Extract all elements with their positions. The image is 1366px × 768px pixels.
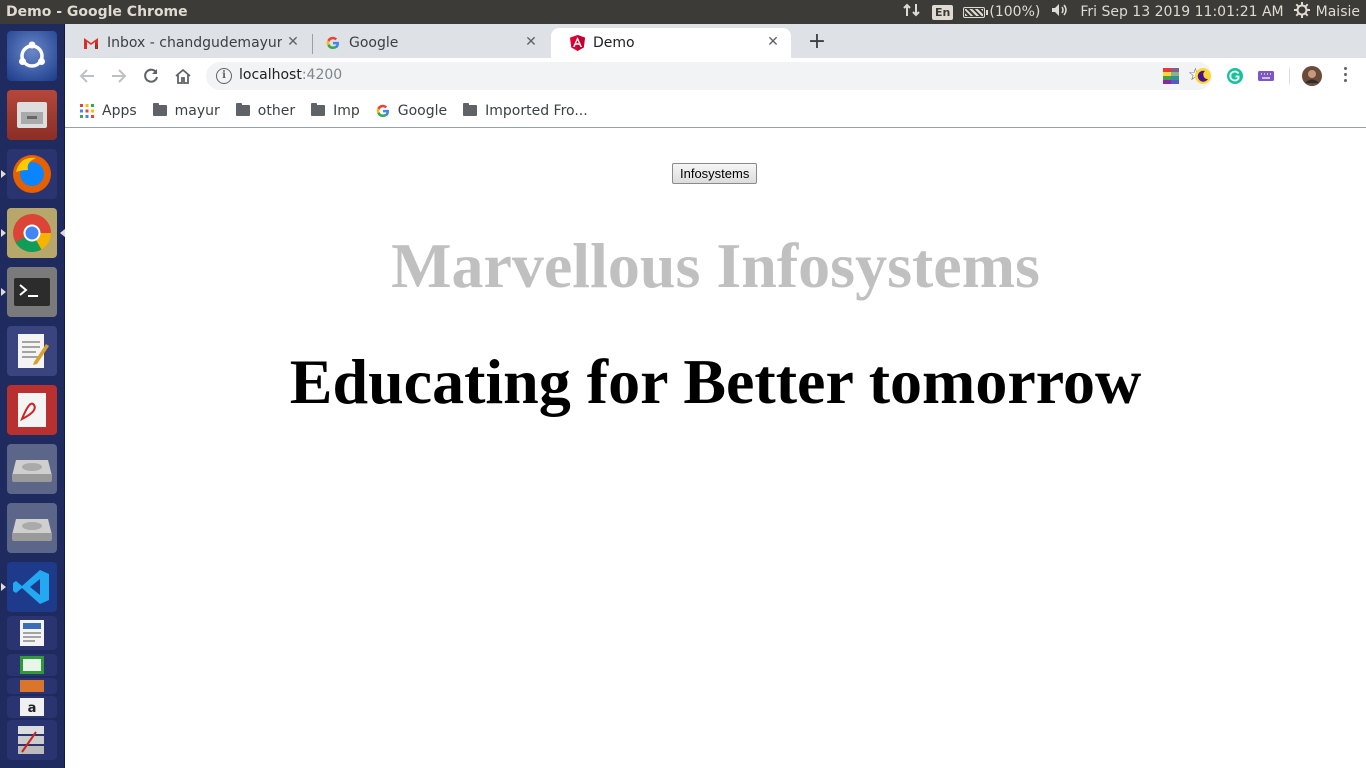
network-transfer-icon[interactable] xyxy=(902,2,922,22)
close-tab-icon[interactable]: ✕ xyxy=(285,34,301,50)
stack-icon[interactable] xyxy=(7,720,57,760)
folder-icon xyxy=(463,103,478,116)
system-top-bar: Demo - Google Chrome En (100%) Fri Sep 1… xyxy=(0,0,1366,24)
unity-launcher: a xyxy=(0,24,65,768)
page-content: Infosystems Marvellous Infosystems Educa… xyxy=(65,128,1366,768)
arrow-right-icon xyxy=(112,69,127,83)
running-indicator xyxy=(1,583,6,591)
bookmark-label: mayur xyxy=(174,102,220,119)
close-tab-icon[interactable]: ✕ xyxy=(765,34,781,50)
google-icon xyxy=(325,35,341,51)
tab-demo[interactable]: Demo ✕ xyxy=(551,28,791,58)
bookmark-google[interactable]: Google xyxy=(376,103,447,119)
bookmark-label: Google xyxy=(397,102,448,119)
bookmark-label: Apps xyxy=(102,102,137,119)
google-icon xyxy=(376,104,390,118)
bookmark-folder-imported[interactable]: Imported Fro... xyxy=(463,103,588,119)
keyboard-extension-icon[interactable] xyxy=(1257,67,1275,85)
running-indicator xyxy=(1,229,6,237)
pdf-viewer-icon[interactable] xyxy=(7,385,57,435)
running-indicator xyxy=(1,170,6,178)
drive-icon[interactable] xyxy=(7,444,57,494)
bookmark-label: other xyxy=(257,102,296,119)
grammarly-extension-icon[interactable] xyxy=(1226,67,1244,85)
keyboard-layout-indicator[interactable]: En xyxy=(932,4,954,20)
color-palette-extension-icon[interactable] xyxy=(1162,67,1180,85)
running-indicator xyxy=(1,288,6,296)
folder-icon xyxy=(311,103,326,116)
window-title: Demo - Google Chrome xyxy=(6,4,188,20)
back-button[interactable] xyxy=(77,66,97,86)
close-tab-icon[interactable]: ✕ xyxy=(523,34,539,50)
files-icon[interactable] xyxy=(7,90,57,140)
session-menu[interactable]: Maisie xyxy=(1293,2,1360,22)
home-icon xyxy=(175,68,191,84)
bookmark-folder-imp[interactable]: Imp xyxy=(311,103,360,119)
folder-icon xyxy=(152,103,167,116)
bookmark-folder-mayur[interactable]: mayur xyxy=(152,102,220,119)
bookmark-label: Imp xyxy=(333,102,360,119)
tab-title: Inbox - chandgudemayur5 xyxy=(107,35,282,51)
battery-icon xyxy=(963,6,989,18)
bookmarks-bar: Apps mayur other Imp Google Imported Fro… xyxy=(65,94,1366,128)
volume-icon[interactable] xyxy=(1050,2,1070,22)
gear-icon xyxy=(1293,2,1310,22)
vscode-icon[interactable] xyxy=(1,562,57,612)
ubuntu-dash-icon[interactable] xyxy=(7,31,57,81)
svg-text:0: 0 xyxy=(95,44,99,50)
impress-icon[interactable] xyxy=(7,678,57,694)
chrome-menu-icon[interactable] xyxy=(1344,67,1348,85)
infosystems-button[interactable]: Infosystems xyxy=(672,163,758,184)
tab-inbox[interactable]: 0 Inbox - chandgudemayur5 ✕ xyxy=(65,28,311,58)
url-host: localhost xyxy=(239,67,302,83)
terminal-icon[interactable] xyxy=(1,267,57,317)
address-bar[interactable]: i localhost:4200 ☆ xyxy=(206,62,1212,90)
writer-icon[interactable] xyxy=(7,616,57,650)
home-button[interactable] xyxy=(173,66,193,86)
url-text[interactable]: localhost:4200 xyxy=(239,67,342,83)
reload-icon xyxy=(144,68,158,83)
battery-indicator[interactable]: (100%) xyxy=(963,4,1040,20)
forward-button[interactable] xyxy=(109,66,129,86)
drive-icon[interactable] xyxy=(7,503,57,553)
night-mode-extension-icon[interactable] xyxy=(1194,67,1212,85)
clock[interactable]: Fri Sep 13 2019 11:01:21 AM xyxy=(1080,4,1283,20)
text-editor-icon[interactable] xyxy=(7,326,57,376)
amazon-icon[interactable]: a xyxy=(7,696,57,718)
tab-title: Demo xyxy=(593,35,635,51)
firefox-icon[interactable] xyxy=(1,149,57,199)
heading-secondary: Educating for Better tomorrow xyxy=(289,346,1142,417)
arrow-left-icon xyxy=(79,69,94,83)
calc-icon[interactable] xyxy=(7,654,57,676)
apps-grid-icon xyxy=(80,103,94,118)
heading-primary: Marvellous Infosystems xyxy=(391,230,1040,301)
profile-avatar[interactable] xyxy=(1301,65,1323,87)
tab-strip: 0 Inbox - chandgudemayur5 ✕ Google ✕ Dem… xyxy=(65,24,1366,58)
bookmark-apps[interactable]: Apps xyxy=(80,103,137,119)
user-name: Maisie xyxy=(1315,4,1360,20)
chrome-icon[interactable] xyxy=(1,208,65,258)
tab-google[interactable]: Google ✕ xyxy=(307,28,549,58)
battery-percentage: (100%) xyxy=(989,4,1041,20)
angular-icon xyxy=(569,35,585,51)
system-indicators: En (100%) Fri Sep 13 2019 11:01:21 AM Ma… xyxy=(902,0,1360,24)
url-port: :4200 xyxy=(301,67,343,83)
browser-toolbar: i localhost:4200 ☆ xyxy=(65,58,1366,94)
svg-text:a: a xyxy=(28,701,37,716)
bookmark-label: Imported Fro... xyxy=(485,102,588,119)
gmail-icon: 0 xyxy=(83,35,99,51)
bookmark-folder-other[interactable]: other xyxy=(235,102,296,119)
toolbar-divider xyxy=(1289,68,1290,84)
tab-title: Google xyxy=(349,35,399,51)
info-icon[interactable]: i xyxy=(216,68,232,84)
reload-button[interactable] xyxy=(141,66,161,86)
folder-icon xyxy=(235,103,250,116)
new-tab-button[interactable]: + xyxy=(805,30,829,54)
